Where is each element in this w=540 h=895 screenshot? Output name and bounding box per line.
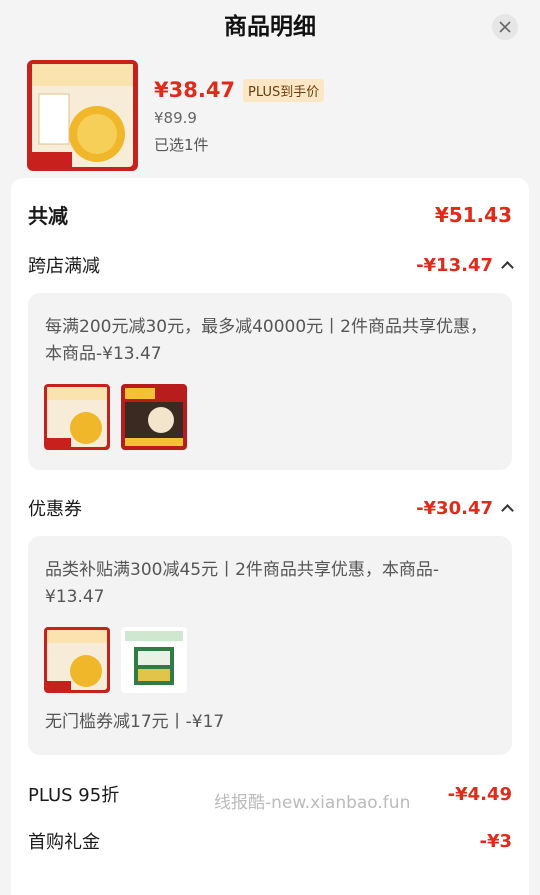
chevron-up-icon[interactable] [501,261,514,274]
first-gift-label: 首购礼金 [28,832,100,853]
product-thumb[interactable] [44,627,110,693]
sheet-header: 商品明细 [0,0,540,54]
cross-store-value: -¥13.47 [416,254,493,276]
total-discount-row: 共减 ¥51.43 [28,200,512,229]
plus-price-badge: PLUS到手价 [243,78,325,102]
coupon-label: 优惠券 [28,499,82,520]
total-discount-value: ¥51.43 [434,202,512,227]
watermark: 线报酷-new.xianbao.fun [214,793,411,813]
plus-discount-label: PLUS 95折 [28,785,120,806]
original-price: ¥89.9 [154,109,197,127]
product-image[interactable] [27,60,138,171]
final-price: ¥38.47 [154,78,236,102]
product-thumb[interactable] [121,384,187,450]
total-discount-label: 共减 [28,204,68,228]
price-row: ¥38.47 PLUS到手价 [154,78,325,102]
cross-store-panel: 每满200元减30元，最多减40000元丨2件商品共享优惠，本商品-¥13.47 [28,293,512,470]
page-title: 商品明细 [224,14,316,40]
chevron-up-icon[interactable] [501,504,514,517]
product-thumb[interactable] [121,627,187,693]
coupon-row[interactable]: 优惠券 -¥30.47 [28,495,514,521]
coupon-panel: 品类补贴满300减45元丨2件商品共享优惠，本商品-¥13.47 无门槛券减17… [28,536,512,755]
cross-store-detail: 每满200元减30元，最多减40000元丨2件商品共享优惠，本商品-¥13.47 [45,317,487,364]
first-gift-row: 首购礼金 -¥3 [28,828,512,854]
cross-store-row[interactable]: 跨店满减 -¥13.47 [28,252,514,278]
close-button[interactable] [492,14,518,40]
product-summary: ¥38.47 PLUS到手价 ¥89.9 已选1件 [0,54,540,178]
coupon-detail: 品类补贴满300减45元丨2件商品共享优惠，本商品-¥13.47 [45,560,440,607]
coupon-extra: 无门槛券减17元丨-¥17 [45,712,225,732]
selected-count: 已选1件 [154,136,209,154]
cross-store-label: 跨店满减 [28,256,100,277]
plus-discount-value: -¥4.49 [447,783,512,805]
close-icon [499,21,511,33]
product-thumb[interactable] [44,384,110,450]
first-gift-value: -¥3 [479,830,512,852]
coupon-value: -¥30.47 [416,497,493,519]
